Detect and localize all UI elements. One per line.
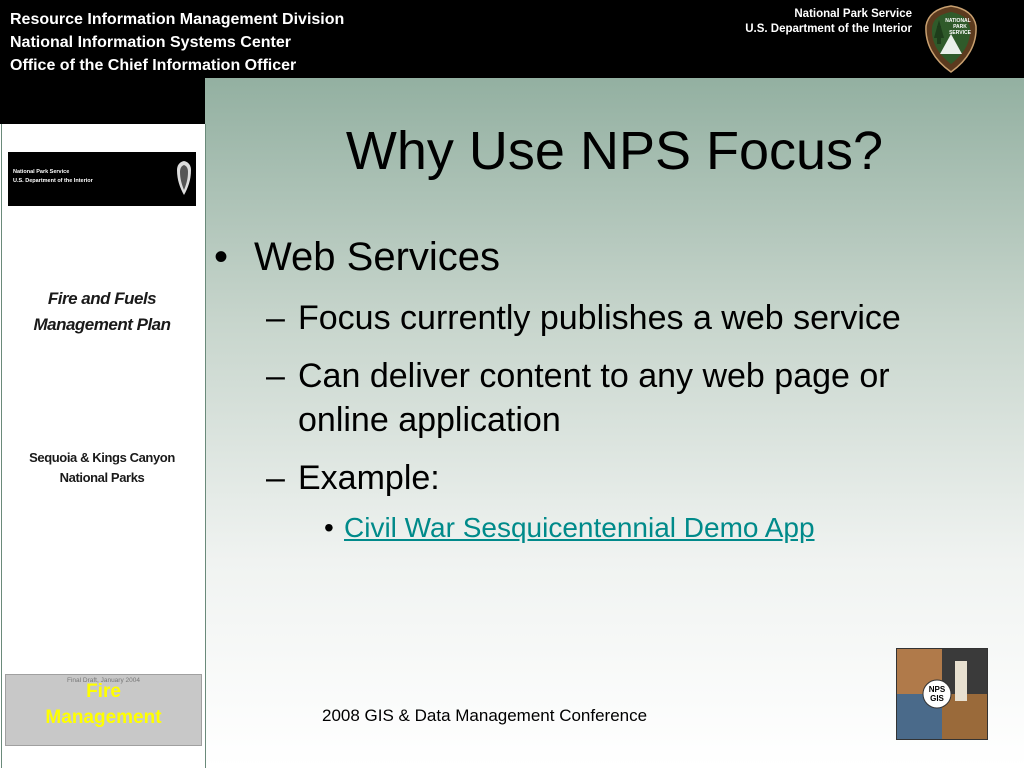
agency-line-2: U.S. Department of the Interior <box>745 23 912 35</box>
fire-management-badge: Final Draft, January 2004 Fire Managemen… <box>5 674 202 746</box>
division-text-block: Resource Information Management Division… <box>10 8 344 77</box>
agency-line-1: National Park Service <box>794 8 912 20</box>
bullet-level-2: – Example: <box>266 456 978 500</box>
fire-label-line-1: Fire <box>86 681 121 702</box>
header-bar: Resource Information Management Division… <box>0 0 1024 78</box>
fire-label-line-2: Management <box>45 707 162 728</box>
cover-banner-line-2: U.S. Department of the Interior <box>13 178 93 184</box>
division-line-1: Resource Information Management Division <box>10 11 345 28</box>
cover-banner: National Park Service U.S. Department of… <box>8 152 196 206</box>
logo-text-3: SERVICE <box>949 30 972 36</box>
bullet-level-3: • Civil War Sesquicentennial Demo App <box>324 508 994 548</box>
cover-frame <box>1 124 206 768</box>
gis-logo-text-1: NPS <box>929 685 946 694</box>
nps-arrowhead-logo-icon: NATIONAL PARK SERVICE <box>925 5 977 73</box>
cover-subtitle-line-1: Sequoia & Kings Canyon <box>29 450 175 465</box>
cover-top-bar <box>0 78 205 124</box>
bullet-text-deliver: Can deliver content to any web page or o… <box>298 357 890 439</box>
agency-text-block: National Park Service U.S. Department of… <box>745 7 912 37</box>
cover-banner-line-1: National Park Service <box>13 169 70 175</box>
slide-title: Why Use NPS Focus? <box>345 121 884 181</box>
bullet-list: • Web Services – Focus currently publishes… <box>214 232 994 548</box>
bullet-level-2: – Can deliver content to any web page or … <box>266 354 978 442</box>
dash-icon: – <box>266 299 285 337</box>
cover-title: Fire and Fuels Management Plan <box>10 286 194 338</box>
gis-logo-text-2: GIS <box>930 694 944 703</box>
bullet-level-1: • Web Services <box>214 232 994 282</box>
bullet-text-web-services: Web Services <box>254 235 501 279</box>
bullet-text-publishes: Focus currently publishes a web service <box>298 299 901 337</box>
dash-icon: – <box>266 357 285 395</box>
division-line-3: Office of the Chief Information Officer <box>10 57 297 74</box>
civil-war-demo-link[interactable]: Civil War Sesquicentennial Demo App <box>344 512 815 543</box>
fire-management-label: Fire Management <box>6 679 201 731</box>
mini-arrowhead-icon <box>177 161 191 195</box>
cover-title-line-1: Fire and Fuels <box>47 289 157 308</box>
cover-title-line-2: Management Plan <box>33 315 171 334</box>
bullet-icon: • <box>324 512 334 543</box>
cover-subtitle-line-2: National Parks <box>59 470 145 485</box>
dash-icon: – <box>266 459 285 497</box>
division-line-2: National Information Systems Center <box>10 34 291 51</box>
nps-gis-logo-icon: NPS GIS <box>896 648 988 740</box>
bullet-icon: • <box>214 235 229 279</box>
bullet-text-example: Example: <box>298 459 440 497</box>
cover-subtitle: Sequoia & Kings Canyon National Parks <box>10 448 194 488</box>
bullet-level-2: – Focus currently publishes a web service <box>266 296 978 340</box>
conference-footer: 2008 GIS & Data Management Conference <box>322 706 648 725</box>
cover-panel: National Park Service U.S. Department of… <box>0 78 206 768</box>
